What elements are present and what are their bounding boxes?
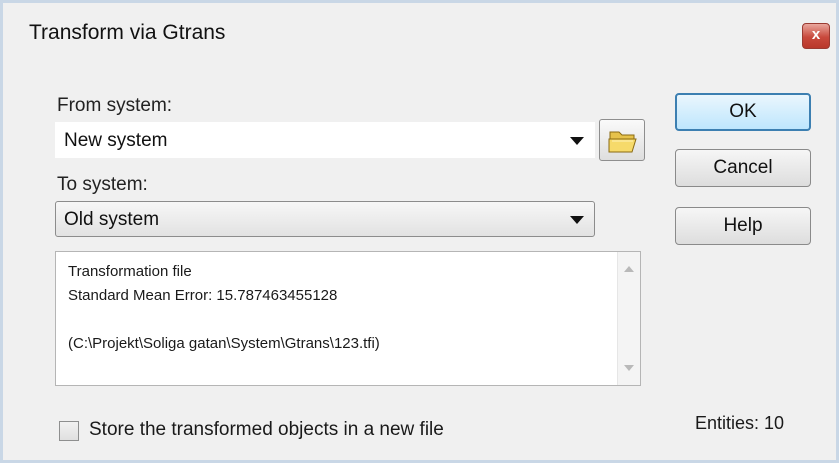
dialog-body: From system: New system To system: Old s… [11,61,828,452]
folder-open-icon [608,131,637,153]
to-system-label: To system: [57,174,148,195]
scroll-down-icon[interactable] [624,365,634,371]
from-system-value: New system [64,130,168,151]
info-scrollbar[interactable] [617,252,640,385]
to-system-value: Old system [64,209,160,230]
help-button[interactable]: Help [675,207,811,245]
to-system-select[interactable]: Old system [55,201,595,237]
info-line-blank [68,308,380,332]
browse-folder-button[interactable] [599,119,645,161]
dialog-window: Transform via Gtrans x From system: New … [0,0,839,463]
store-new-file-checkbox[interactable] [59,421,79,441]
scroll-up-icon[interactable] [624,266,634,272]
entities-count: Entities: 10 [695,413,785,433]
from-system-label: From system: [57,95,173,116]
transformation-info-box[interactable]: Transformation file Standard Mean Error:… [55,251,641,386]
ok-button[interactable]: OK [675,93,811,131]
close-button[interactable]: x [802,23,830,49]
info-line-path: (C:\Projekt\Soliga gatan\System\Gtrans\1… [68,335,380,352]
window-title: Transform via Gtrans [29,21,226,44]
close-icon: x [811,26,821,43]
chevron-down-icon [570,216,584,224]
info-line-title: Transformation file [68,263,192,280]
chevron-down-icon [570,137,584,145]
info-line-error: Standard Mean Error: 15.787463455128 [68,287,338,304]
from-system-select[interactable]: New system [55,122,595,158]
info-text: Transformation file Standard Mean Error:… [68,260,380,356]
cancel-button[interactable]: Cancel [675,149,811,187]
title-bar[interactable]: Transform via Gtrans x [3,3,836,59]
store-new-file-label: Store the transformed objects in a new f… [89,419,444,440]
